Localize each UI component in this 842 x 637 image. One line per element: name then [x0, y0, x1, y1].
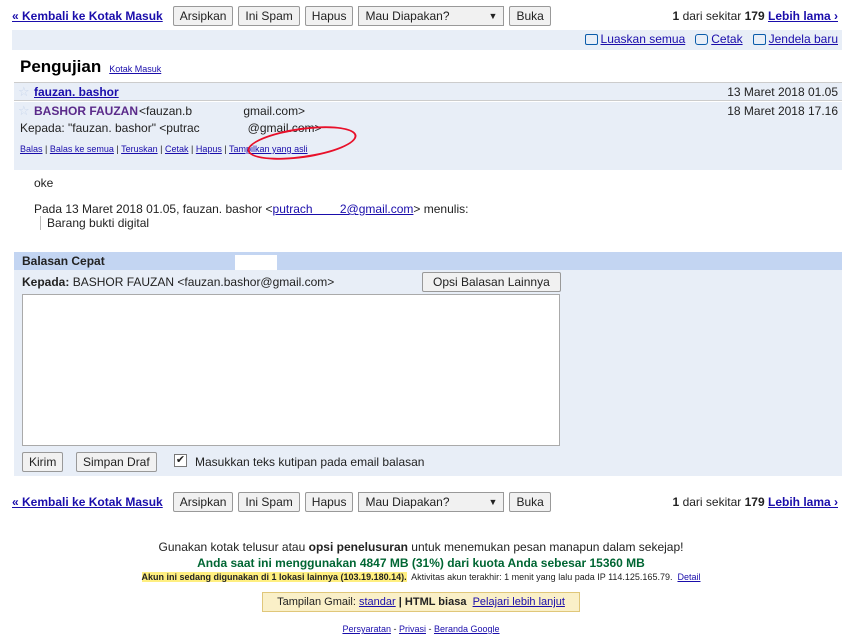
- back-to-inbox-link[interactable]: « Kembali ke Kotak Masuk: [12, 9, 163, 23]
- activity-warning: Akun ini sedang digunakan di 1 lokasi la…: [141, 572, 407, 582]
- star-icon[interactable]: ☆: [18, 84, 30, 100]
- google-home-link[interactable]: Beranda Google: [434, 624, 500, 634]
- quote-intro-text: Pada 13 Maret 2018 01.05, fauzan. bashor…: [34, 202, 273, 216]
- inbox-label-link[interactable]: Kotak Masuk: [109, 64, 161, 74]
- quick-reply-actions: Kirim Simpan Draf ✔ Masukkan teks kutipa…: [14, 446, 842, 476]
- expand-all-icon: [584, 33, 598, 45]
- quick-reply-header: Balasan Cepat: [14, 252, 842, 270]
- reply-all-link[interactable]: Balas ke semua: [50, 144, 114, 154]
- legal-sep: -: [390, 624, 399, 634]
- activity-text: Aktivitas akun terakhir: 1 menit yang la…: [411, 572, 673, 582]
- view-separator: |: [398, 596, 402, 608]
- dropdown-arrow-icon: ▼: [488, 11, 498, 21]
- bottom-toolbar: « Kembali ke Kotak Masuk Arsipkan Ini Sp…: [0, 490, 842, 514]
- delete-button[interactable]: Hapus: [304, 492, 354, 512]
- quote-end-text: > menulis:: [413, 202, 469, 216]
- to-value: BASHOR FAUZAN <fauzan.bashor@gmail.com>: [72, 275, 335, 289]
- older-link[interactable]: Lebih lama ›: [768, 495, 838, 509]
- print-message-link[interactable]: Cetak: [165, 144, 189, 154]
- expand-all-link[interactable]: Luaskan semua: [601, 32, 686, 46]
- spam-button[interactable]: Ini Spam: [238, 6, 300, 26]
- include-quote-checkbox[interactable]: ✔: [174, 454, 187, 467]
- message-body: oke Pada 13 Maret 2018 01.05, fauzan. ba…: [14, 170, 842, 253]
- storage-quota: Anda saat ini menggunakan 4847 MB (31%) …: [197, 556, 645, 570]
- activity-detail-link[interactable]: Detail: [677, 572, 700, 582]
- open-button[interactable]: Buka: [509, 492, 551, 512]
- body-text: oke: [34, 176, 54, 190]
- pager-current: 1: [672, 495, 680, 509]
- new-window-link[interactable]: Jendela baru: [769, 32, 838, 46]
- forward-link[interactable]: Teruskan: [121, 144, 158, 154]
- message-date: 18 Maret 2018 17.16: [727, 104, 838, 118]
- top-toolbar: « Kembali ke Kotak Masuk Arsipkan Ini Sp…: [0, 4, 842, 28]
- save-draft-button[interactable]: Simpan Draf: [76, 452, 157, 472]
- archive-button[interactable]: Arsipkan: [172, 6, 234, 26]
- more-actions-select[interactable]: Mau Diapakan? ▼: [358, 6, 505, 26]
- view-standard-link[interactable]: standar: [359, 596, 396, 608]
- back-to-inbox-link[interactable]: « Kembali ke Kotak Masuk: [12, 495, 163, 509]
- sender-email: <fauzan.b gmail.com>: [139, 104, 306, 118]
- message-header: ☆ BASHOR FAUZAN <fauzan.b gmail.com> 18 …: [14, 102, 842, 170]
- star-icon[interactable]: ☆: [18, 103, 30, 119]
- more-actions-value: Mau Diapakan?: [365, 495, 450, 509]
- view-label: Tampilan Gmail:: [277, 596, 356, 608]
- quote-email-link[interactable]: putrach 2@gmail.com: [273, 202, 414, 216]
- tip-text-c: untuk menemukan pesan manapun dalam seke…: [407, 540, 684, 554]
- to-label: Kepada:: [22, 275, 70, 289]
- pager: 1 dari sekitar 179 Lebih lama ›: [673, 495, 838, 509]
- view-toolbar: Luaskan semua Cetak Jendela baru: [12, 30, 842, 50]
- terms-link[interactable]: Persyaratan: [342, 624, 391, 634]
- open-button[interactable]: Buka: [509, 6, 551, 26]
- reply-textarea[interactable]: [22, 294, 560, 446]
- to-field: Kepada: BASHOR FAUZAN <fauzan.bashor@gma…: [22, 275, 334, 289]
- more-actions-value: Mau Diapakan?: [365, 9, 450, 23]
- pager: 1 dari sekitar 179 Lebih lama ›: [673, 9, 838, 23]
- include-quote-label: Masukkan teks kutipan pada email balasan: [195, 455, 425, 469]
- message-collapsed[interactable]: ☆ fauzan. bashor 13 Maret 2018 01.05: [14, 83, 842, 101]
- new-window-icon: [752, 33, 766, 45]
- pager-total: 179: [744, 495, 765, 509]
- legal-sep: -: [425, 624, 434, 634]
- send-button[interactable]: Kirim: [22, 452, 64, 472]
- pager-total: 179: [744, 9, 765, 23]
- quick-reply-title: Balasan Cepat: [22, 254, 105, 268]
- account-activity: Akun ini sedang digunakan di 1 lokasi la…: [0, 572, 842, 582]
- more-reply-options-button[interactable]: Opsi Balasan Lainnya: [422, 272, 561, 292]
- quote-intro: Pada 13 Maret 2018 01.05, fauzan. bashor…: [34, 202, 468, 216]
- sender-name[interactable]: fauzan. bashor: [34, 85, 119, 99]
- print-icon: [695, 33, 709, 45]
- redaction-mask: [235, 255, 277, 270]
- archive-button[interactable]: Arsipkan: [172, 492, 234, 512]
- quoted-text: Barang bukti digital: [40, 216, 149, 230]
- reply-link[interactable]: Balas: [20, 144, 43, 154]
- more-actions-select[interactable]: Mau Diapakan? ▼: [358, 492, 505, 512]
- subject: Pengujian: [20, 57, 102, 76]
- learn-more-link[interactable]: Pelajari lebih lanjut: [473, 596, 565, 608]
- tip-text-a: Gunakan kotak telusur atau: [158, 540, 309, 554]
- spam-button[interactable]: Ini Spam: [238, 492, 300, 512]
- message-thread: ☆ fauzan. bashor 13 Maret 2018 01.05 ☆ B…: [14, 82, 842, 253]
- legal-links: Persyaratan - Privasi - Beranda Google: [0, 624, 842, 634]
- delete-message-link[interactable]: Hapus: [196, 144, 222, 154]
- search-tip: Gunakan kotak telusur atau opsi penelusu…: [0, 540, 842, 554]
- tip-search-options: opsi penelusuran: [308, 540, 408, 554]
- dropdown-arrow-icon: ▼: [488, 497, 498, 507]
- gmail-view-box: Tampilan Gmail: standar | HTML biasa Pel…: [262, 592, 580, 612]
- pager-mid: dari sekitar: [682, 9, 742, 23]
- gmail-view-bar: Tampilan Gmail: standar | HTML biasa Pel…: [0, 592, 842, 612]
- pager-current: 1: [672, 9, 680, 23]
- message-date: 13 Maret 2018 01.05: [727, 85, 838, 99]
- older-link[interactable]: Lebih lama ›: [768, 9, 838, 23]
- sender-name: BASHOR FAUZAN: [34, 104, 138, 118]
- view-basic: HTML biasa: [404, 596, 467, 608]
- delete-button[interactable]: Hapus: [304, 6, 354, 26]
- pager-mid: dari sekitar: [682, 495, 742, 509]
- thread-title: Pengujian Kotak Masuk: [20, 57, 161, 77]
- quick-reply-to: Kepada: BASHOR FAUZAN <fauzan.bashor@gma…: [14, 270, 842, 294]
- privacy-link[interactable]: Privasi: [399, 624, 426, 634]
- print-link[interactable]: Cetak: [711, 32, 742, 46]
